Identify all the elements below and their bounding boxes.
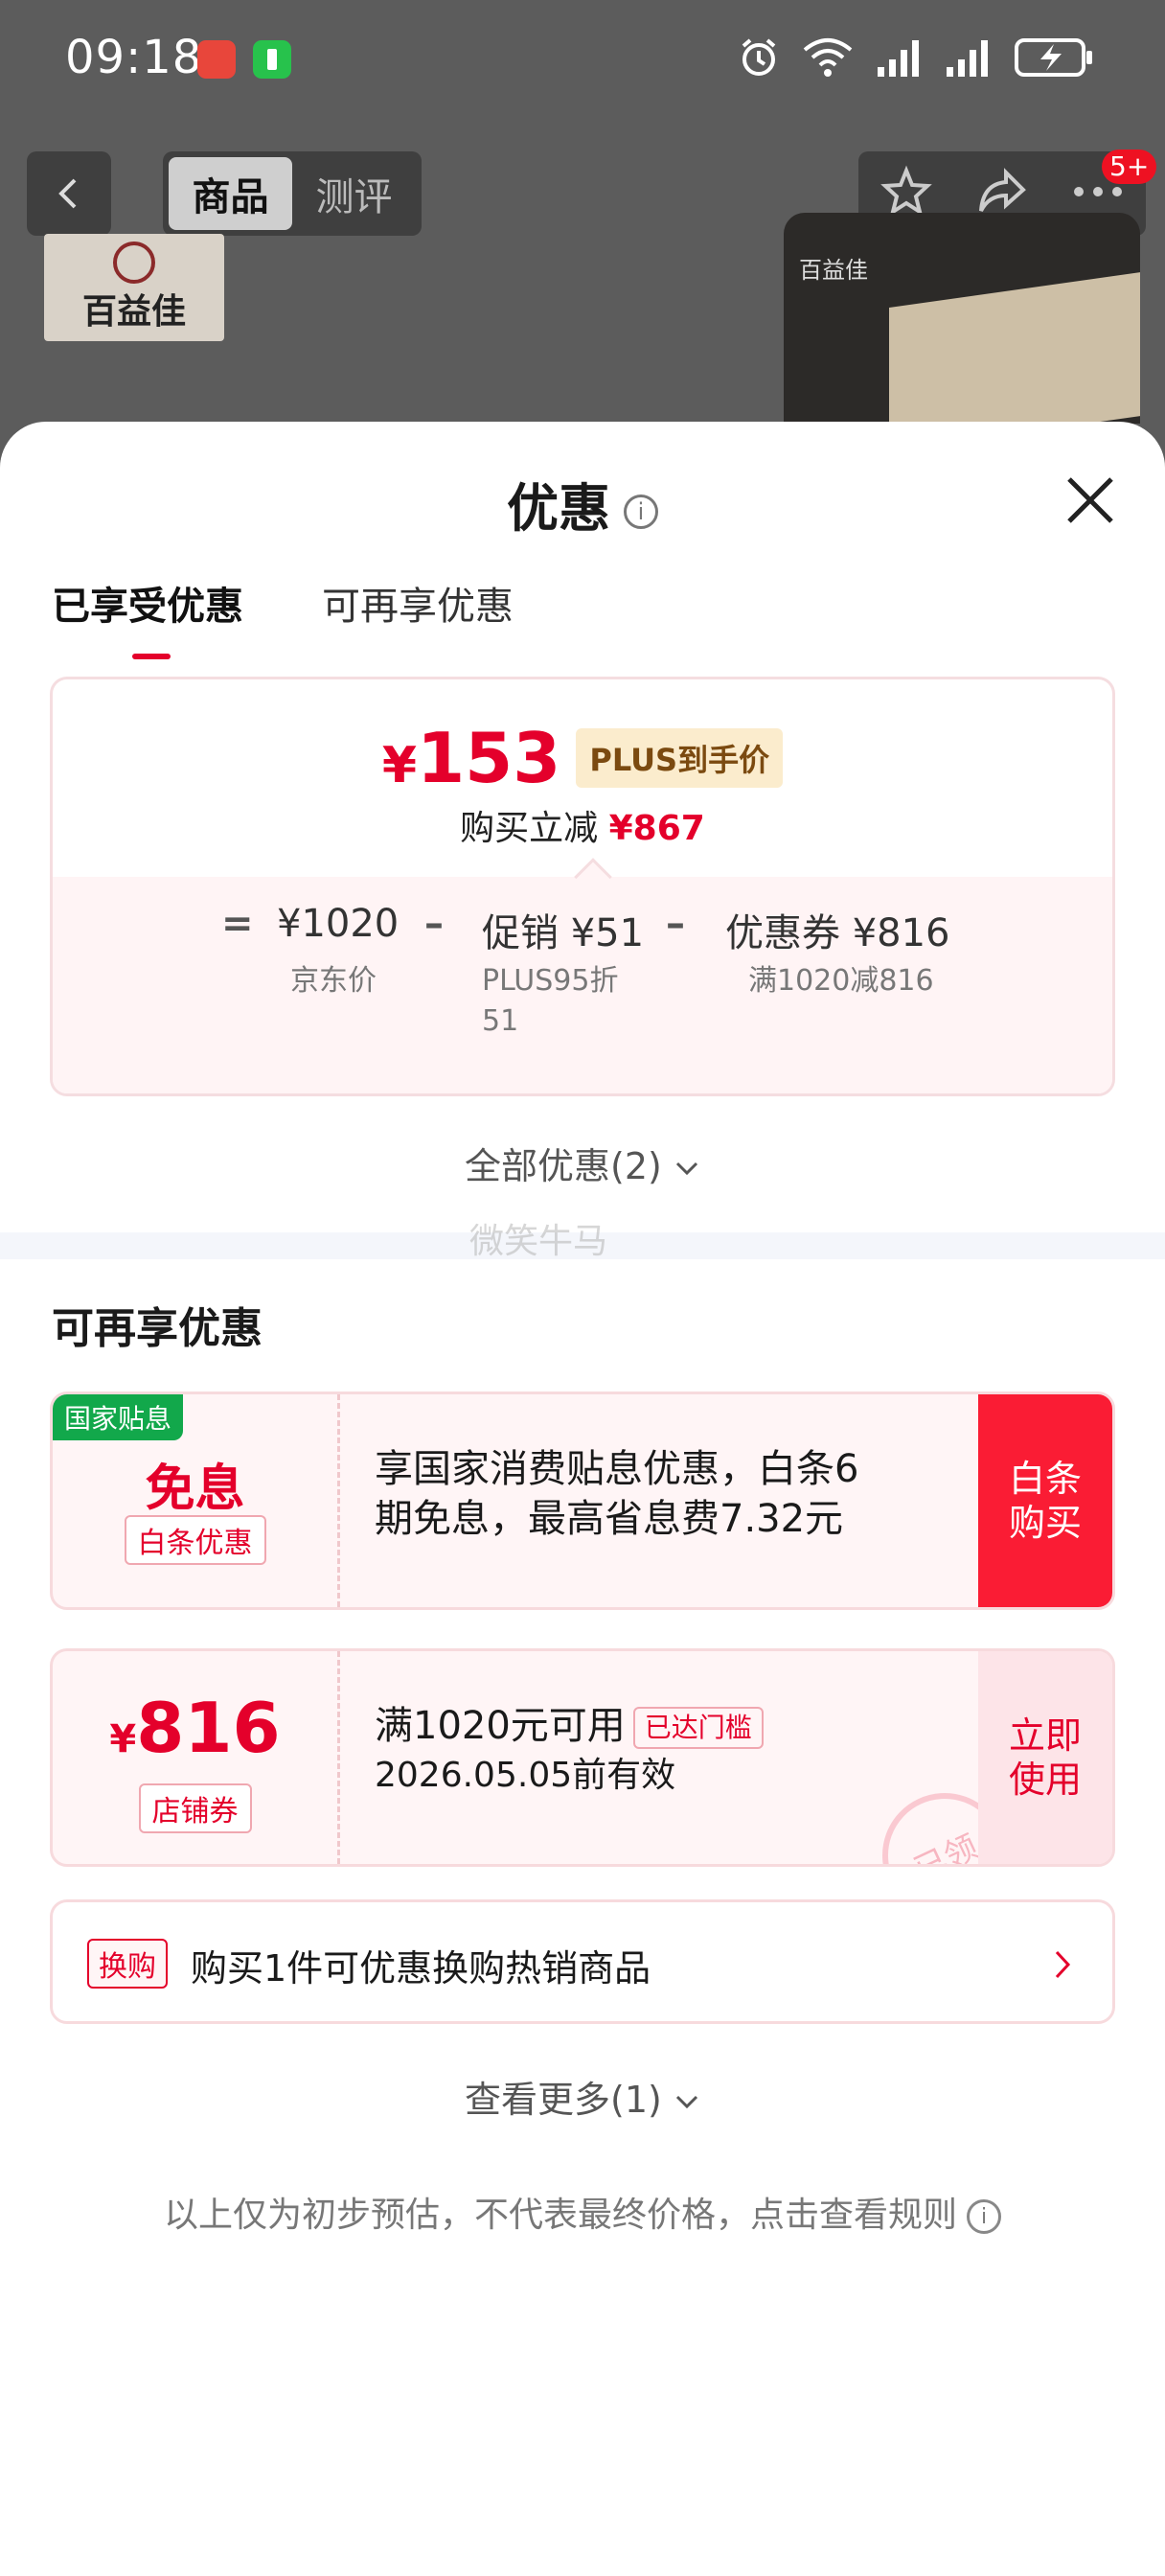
swap-purchase-card[interactable]: 换购 购买1件可优惠换购热销商品 [50,1899,1115,2024]
minus-sign: – [666,902,685,946]
see-more-toggle[interactable]: 查看更多(1) [0,2070,1165,2123]
coupon-description: 满1020元可用 已达门槛 2026.05.05前有效 [375,1701,764,1801]
sheet-title: 优惠 i [0,466,1165,541]
tab-enjoyed[interactable]: 已享受优惠 [52,575,243,659]
tab-available[interactable]: 可再享优惠 [322,575,514,631]
discount-sheet: 优惠 i 已享受优惠 可再享优惠 ¥153 PLUS到手价 购买立减 ¥867 =… [0,422,1165,2576]
info-icon[interactable]: i [624,494,658,530]
notification-badge: 5+ [1102,150,1157,184]
equals-sign: = [221,902,254,946]
use-now-button[interactable]: 立即 使用 [978,1651,1112,1864]
signal-icon [876,34,924,80]
product-box-image [889,271,1140,424]
jd-price: ¥1020 [277,902,400,946]
tab-review[interactable]: 测评 [292,157,416,230]
watermark: 微笑牛马 [469,1222,608,1261]
national-subsidy-badge: 国家贴息 [53,1394,184,1440]
offer-main-label: 免息 [145,1460,245,1518]
all-offers-toggle[interactable]: 全部优惠(2) [0,1137,1165,1189]
status-bar: 09:18 [0,0,1165,125]
price-summary-card: ¥153 PLUS到手价 购买立减 ¥867 = ¥1020 京东价 – 促销 … [50,677,1115,1096]
coupon-price: 优惠券 ¥816 [725,911,950,955]
brand-logo: 百益佳 [44,234,224,341]
nav-tabs: 商品 测评 [163,151,422,236]
reduce-line: 购买立减 ¥867 [460,809,705,848]
more-icon[interactable] [1071,182,1125,205]
promo-desc: PLUS95折 [482,964,619,998]
wifi-icon [801,34,855,80]
final-price: ¥153 [381,718,561,798]
offer-description: 享国家消费贴息优惠，白条6 期免息，最高省息费7.32元 [375,1447,859,1541]
coupon-type-label: 店铺券 [138,1783,252,1833]
close-icon [1067,477,1113,523]
section-title: 可再享优惠 [52,1304,263,1353]
huawei-app-icon [197,40,236,79]
product-thumbnail[interactable]: 百益佳 [784,213,1140,424]
jd-price-label: 京东价 [290,964,377,998]
seal-icon [113,242,155,284]
alarm-icon [738,34,780,80]
offer-sub-label: 白条优惠 [124,1515,266,1565]
plus-price-tag: PLUS到手价 [576,728,784,788]
interest-free-offer-card: 国家贴息 免息 白条优惠 享国家消费贴息优惠，白条6 期免息，最高省息费7.32… [50,1392,1115,1610]
disclaimer[interactable]: 以上仅为初步预估，不代表最终价格，点击查看规则 i [0,2187,1165,2237]
info-icon[interactable]: i [967,2199,1001,2234]
store-coupon-card: ¥816 店铺券 满1020元可用 已达门槛 2026.05.05前有效 已领 立… [50,1648,1115,1867]
threshold-badge: 已达门槛 [632,1707,764,1749]
swap-tag: 换购 [87,1939,168,1989]
promo-desc-amount: 51 [482,1004,519,1038]
swap-text: 购买1件可优惠换购热销商品 [191,1947,651,1990]
back-button[interactable] [27,151,111,236]
tab-product[interactable]: 商品 [169,157,292,230]
background-page: 09:18 商品 测评 5+ 百益佳 百益佳 [0,0,1165,460]
battery-app-icon [253,40,291,79]
signal-icon [945,34,993,80]
clock: 09:18 [65,31,203,84]
baitiao-buy-button[interactable]: 白条 购买 [978,1394,1112,1607]
minus-sign: – [424,902,444,946]
price-breakdown: = ¥1020 京东价 – 促销 ¥51 PLUS95折 51 – 优惠券 ¥8… [53,877,1112,1093]
chevron-down-icon [675,2095,698,2108]
chevron-right-icon [1053,1948,1074,1985]
discount-tabs: 已享受优惠 可再享优惠 [52,575,514,659]
battery-charging-icon [1014,34,1094,80]
chevron-left-icon [58,178,77,209]
close-button[interactable] [1063,473,1117,527]
coupon-desc: 满1020减816 [748,964,934,998]
promo-price: 促销 ¥51 [482,911,645,955]
coupon-amount: ¥816 [109,1688,281,1768]
chevron-down-icon [675,1162,698,1175]
